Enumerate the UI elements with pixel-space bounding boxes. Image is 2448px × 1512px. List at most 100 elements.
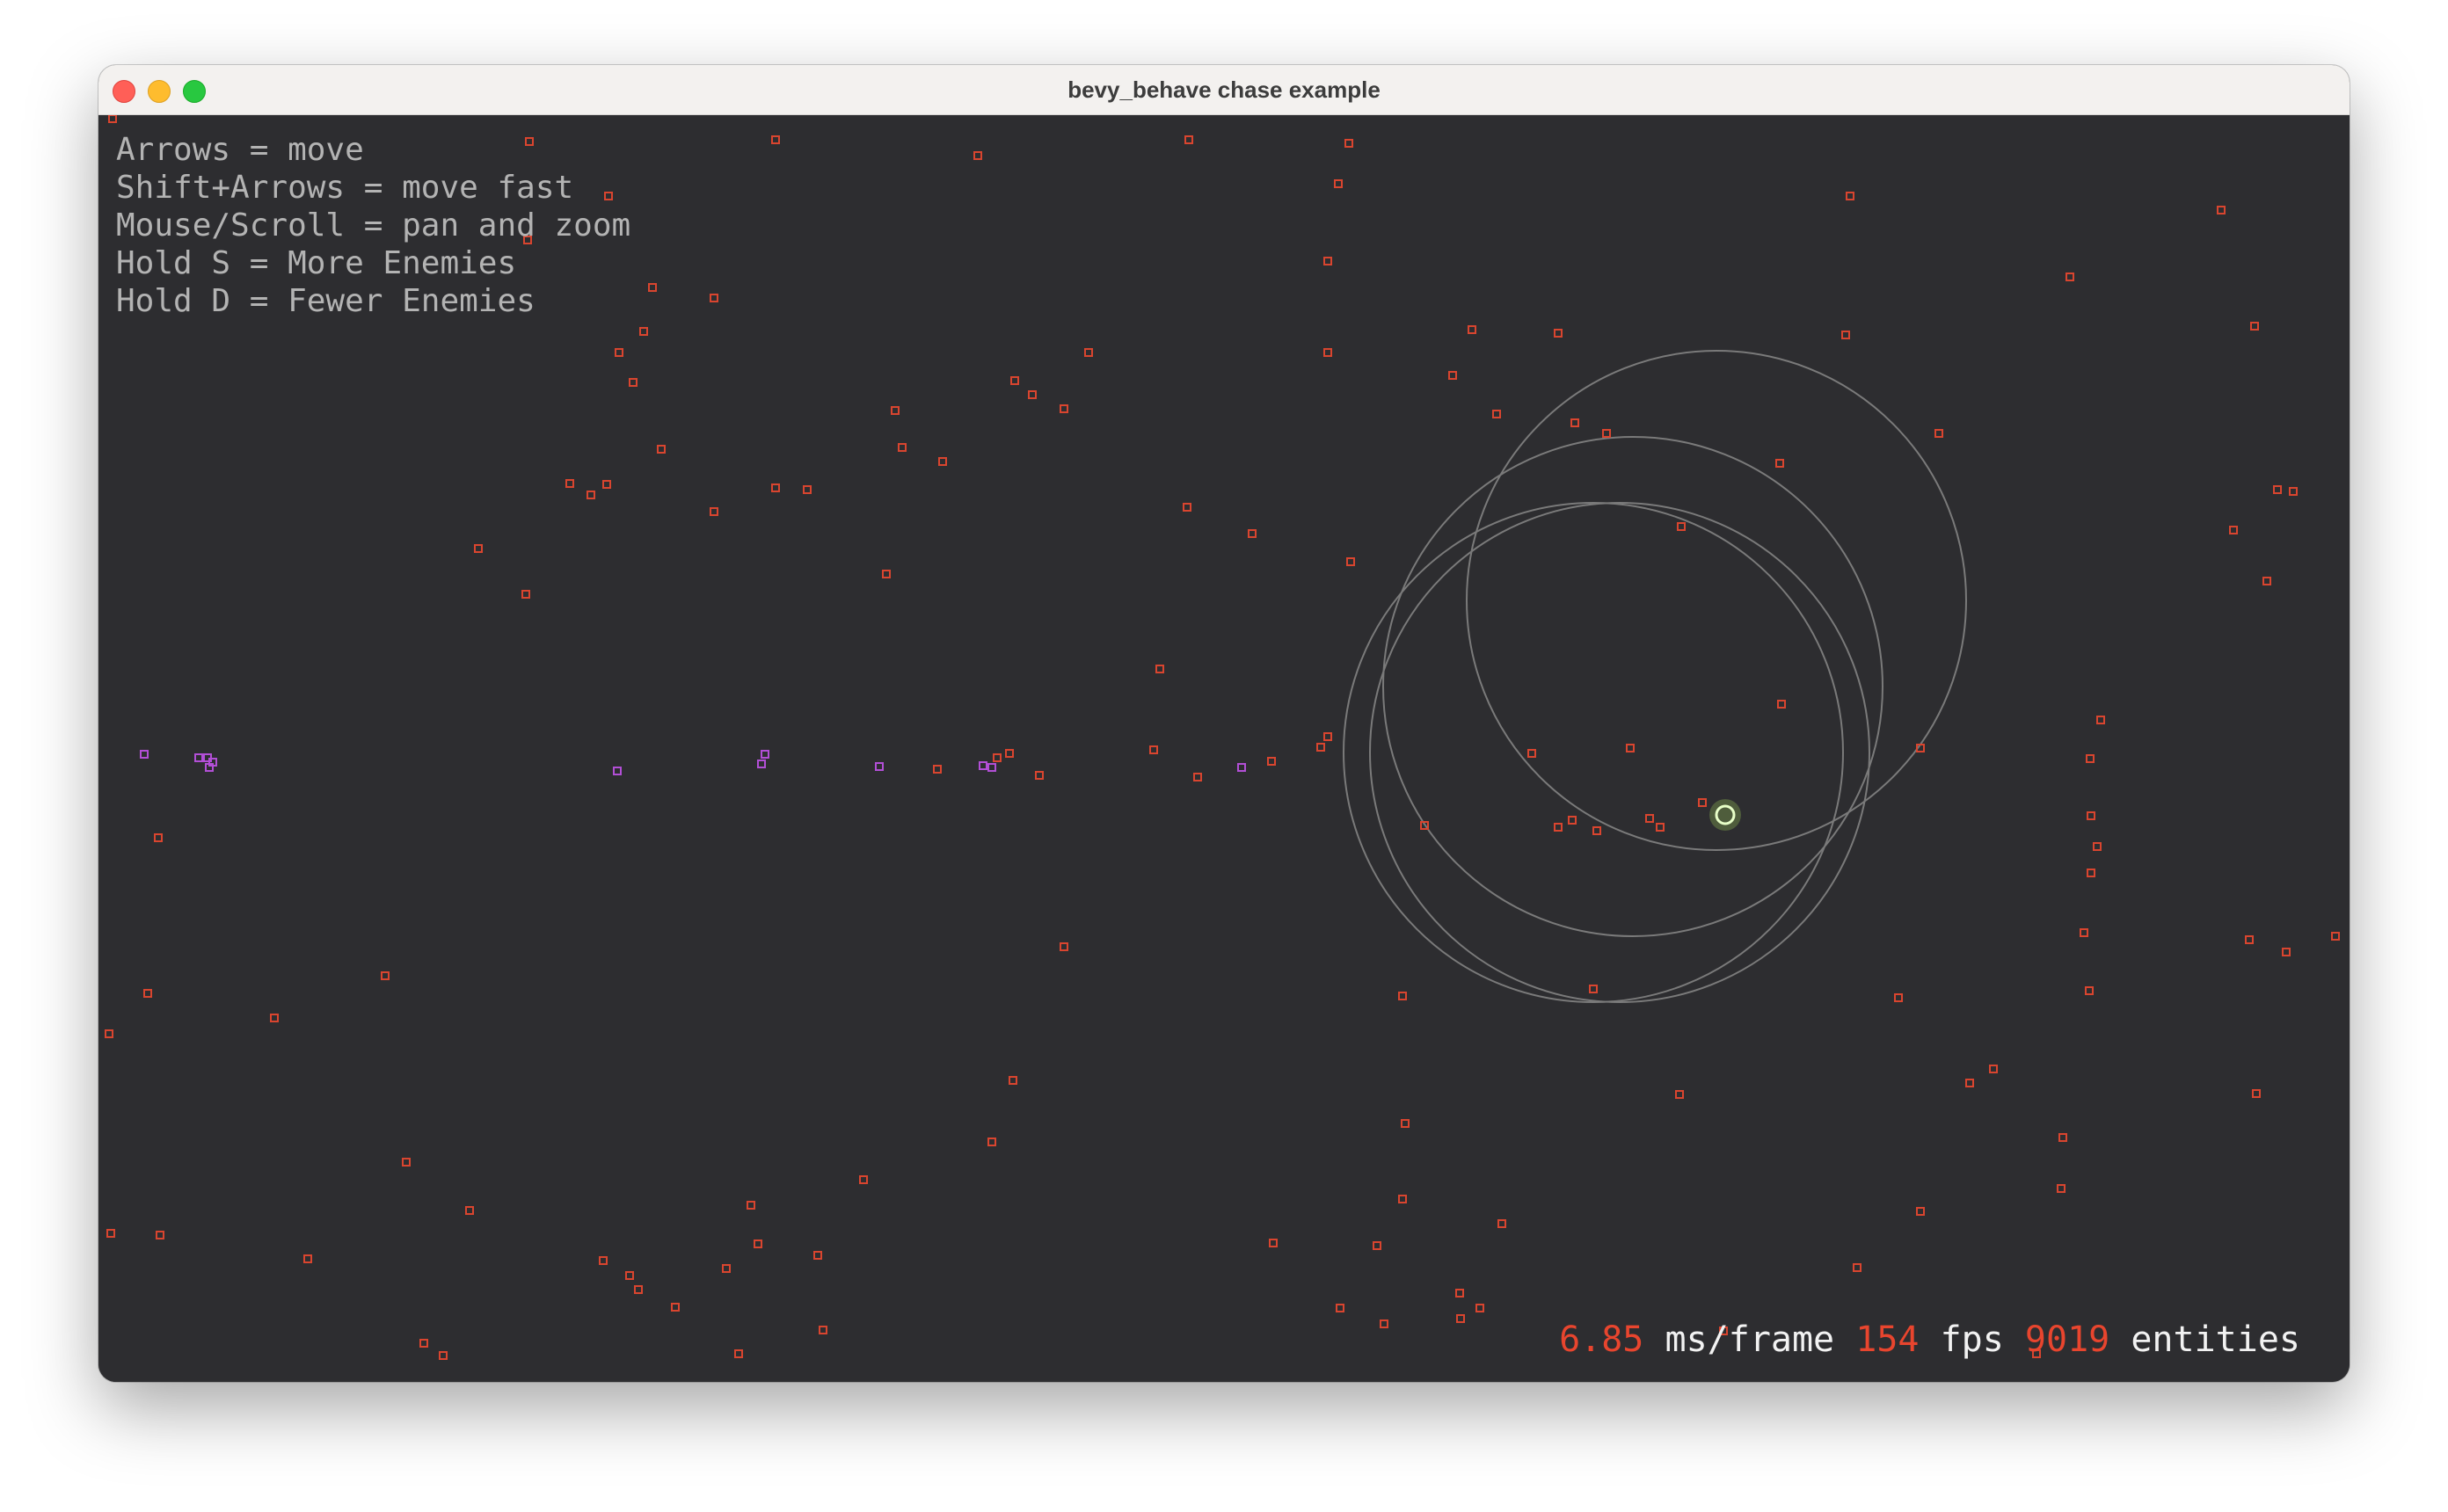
enemy-sprite bbox=[521, 590, 530, 599]
enemy-sprite bbox=[565, 479, 574, 488]
controls-help: Arrows = move Shift+Arrows = move fast M… bbox=[116, 131, 630, 320]
enemy-sprite bbox=[1698, 798, 1707, 807]
enemy-sprite bbox=[1267, 757, 1276, 766]
enemy-sprite bbox=[270, 1014, 279, 1022]
help-line-pan-zoom: Mouse/Scroll = pan and zoom bbox=[116, 207, 631, 244]
chasing-enemy-sprite bbox=[194, 753, 203, 762]
enemy-sprite bbox=[1934, 429, 1943, 438]
enemy-sprite bbox=[859, 1175, 868, 1184]
enemy-sprite bbox=[1269, 1239, 1278, 1247]
enemy-sprite bbox=[1323, 732, 1332, 741]
enemy-sprite bbox=[747, 1201, 755, 1210]
enemy-sprite bbox=[1028, 390, 1037, 399]
enemy-sprite bbox=[639, 327, 648, 336]
enemy-sprite bbox=[657, 445, 666, 454]
enemy-sprite bbox=[648, 283, 657, 292]
enemy-sprite bbox=[671, 1303, 680, 1312]
enemy-sprite bbox=[599, 1256, 608, 1265]
enemy-sprite bbox=[634, 1285, 643, 1294]
ms-per-frame-label: ms/frame bbox=[1665, 1319, 1835, 1360]
enemy-sprite bbox=[1060, 404, 1068, 413]
enemy-sprite bbox=[734, 1349, 743, 1358]
enemy-sprite bbox=[2066, 273, 2074, 281]
enemy-sprite bbox=[106, 1229, 115, 1238]
enemy-sprite bbox=[1589, 985, 1598, 993]
enemy-sprite bbox=[1184, 135, 1193, 144]
enemy-sprite bbox=[1475, 1304, 1484, 1312]
enemy-sprite bbox=[1323, 348, 1332, 357]
enemy-sprite bbox=[1675, 1090, 1684, 1099]
enemy-sprite bbox=[1009, 1076, 1017, 1085]
enemy-sprite bbox=[987, 1138, 996, 1146]
enemy-sprite bbox=[1853, 1263, 1862, 1272]
enemy-sprite bbox=[2229, 526, 2238, 534]
help-line-more-enemies: Hold S = More Enemies bbox=[116, 245, 517, 281]
enemy-sprite bbox=[2282, 948, 2291, 956]
fps-value: 154 bbox=[1855, 1319, 1920, 1360]
chasing-enemy-sprite bbox=[613, 767, 622, 775]
enemy-sprite bbox=[1060, 942, 1068, 951]
enemy-sprite bbox=[1965, 1079, 1974, 1087]
app-window: bevy_behave chase example Arrows = move … bbox=[98, 65, 2350, 1382]
enemy-sprite bbox=[2085, 986, 2094, 995]
enemy-sprite bbox=[1592, 826, 1601, 835]
enemy-sprite bbox=[1084, 348, 1093, 357]
enemy-sprite bbox=[2080, 928, 2088, 937]
title-bar[interactable]: bevy_behave chase example bbox=[98, 65, 2350, 115]
enemy-sprite bbox=[1527, 749, 1536, 758]
enemy-sprite bbox=[1373, 1241, 1381, 1250]
chasing-enemy-sprite bbox=[987, 763, 996, 772]
chasing-enemy-sprite bbox=[875, 762, 884, 771]
enemy-sprite bbox=[2093, 842, 2102, 851]
enemy-sprite bbox=[898, 443, 907, 452]
help-line-move-fast: Shift+Arrows = move fast bbox=[116, 170, 574, 206]
enemy-sprite bbox=[722, 1264, 731, 1273]
window-title: bevy_behave chase example bbox=[1067, 76, 1381, 103]
enemy-sprite bbox=[2058, 1133, 2067, 1142]
enemy-sprite bbox=[2096, 716, 2105, 724]
enemy-sprite bbox=[1602, 429, 1611, 438]
enemy-sprite bbox=[1193, 773, 1202, 781]
enemy-sprite bbox=[1656, 823, 1665, 832]
chasing-enemy-sprite bbox=[979, 761, 987, 770]
enemy-sprite bbox=[813, 1251, 822, 1260]
enemy-sprite bbox=[2252, 1089, 2261, 1098]
enemy-sprite bbox=[602, 480, 611, 489]
enemy-sprite bbox=[586, 491, 595, 499]
enemy-sprite bbox=[1005, 749, 1014, 758]
enemy-sprite bbox=[2331, 932, 2340, 941]
enemy-sprite bbox=[1380, 1319, 1388, 1328]
enemy-sprite bbox=[2087, 811, 2095, 820]
enemy-sprite bbox=[2289, 487, 2298, 496]
chasing-enemy-sprite bbox=[757, 760, 766, 768]
enemy-sprite bbox=[419, 1339, 428, 1348]
detection-ring bbox=[1382, 436, 1883, 937]
enemy-sprite bbox=[1677, 522, 1686, 531]
enemy-sprite bbox=[1316, 743, 1325, 752]
enemy-sprite bbox=[154, 833, 163, 842]
enemy-sprite bbox=[1035, 771, 1044, 780]
enemy-sprite bbox=[2245, 935, 2254, 944]
enemy-sprite bbox=[2262, 577, 2271, 585]
enemy-sprite bbox=[1492, 410, 1501, 418]
enemy-sprite bbox=[1645, 814, 1654, 823]
enemy-sprite bbox=[1456, 1314, 1465, 1323]
enemy-sprite bbox=[1468, 325, 1476, 334]
enemy-sprite bbox=[1626, 744, 1635, 752]
enemy-sprite bbox=[1336, 1304, 1344, 1312]
enemy-sprite bbox=[938, 457, 947, 466]
enemy-sprite bbox=[754, 1239, 762, 1248]
enemy-sprite bbox=[629, 378, 638, 387]
enemy-sprite bbox=[105, 1029, 113, 1038]
enemy-sprite bbox=[1346, 557, 1355, 566]
enemy-sprite bbox=[1841, 331, 1850, 339]
enemy-sprite bbox=[1248, 529, 1257, 538]
enemy-sprite bbox=[2057, 1184, 2066, 1193]
enemy-sprite bbox=[1323, 257, 1332, 265]
enemy-sprite bbox=[439, 1351, 448, 1360]
enemy-sprite bbox=[474, 544, 483, 553]
enemy-sprite bbox=[1554, 329, 1563, 338]
game-canvas[interactable]: Arrows = move Shift+Arrows = move fast M… bbox=[98, 115, 2350, 1382]
enemy-sprite bbox=[803, 485, 812, 494]
enemy-sprite bbox=[2217, 206, 2226, 214]
